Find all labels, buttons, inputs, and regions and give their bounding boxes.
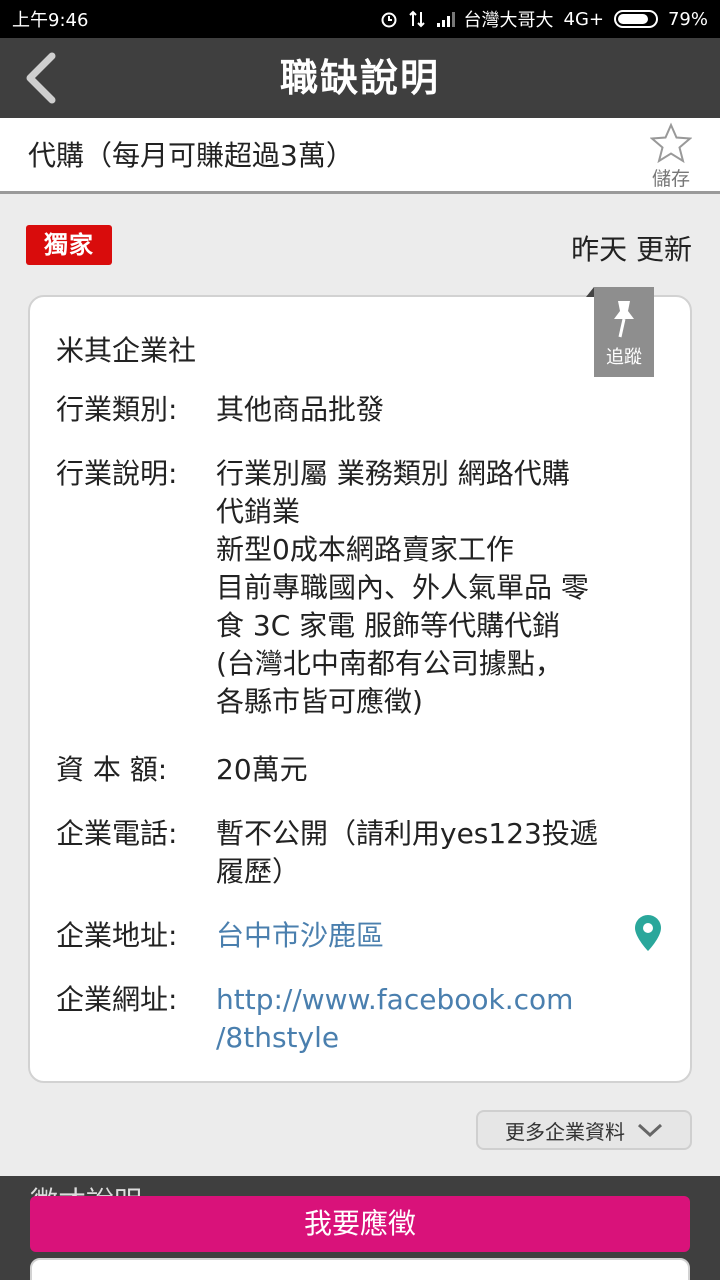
more-company-info-button[interactable]: 更多企業資料	[476, 1110, 692, 1150]
more-button-label: 更多企業資料	[505, 1119, 625, 1144]
field-label: 企業電話:	[56, 817, 178, 850]
field-value: 其他商品批發	[216, 393, 385, 426]
back-button[interactable]	[16, 50, 72, 106]
data-transfer-icon	[408, 10, 426, 28]
track-button[interactable]: 追蹤	[586, 287, 654, 377]
description-line: (台灣北中南都有公司據點，	[216, 647, 563, 680]
field-industry: 行業類別: 其他商品批發	[56, 391, 656, 429]
website-link[interactable]: http://www.facebook.com /8thstyle	[216, 981, 656, 1057]
carrier-name: 台灣大哥大	[463, 10, 554, 31]
phone-line: 履歷）	[216, 855, 301, 888]
description-line: 新型0成本網路賣家工作	[216, 533, 514, 566]
app-header: 職缺說明	[0, 38, 720, 118]
pin-icon	[614, 301, 634, 338]
field-label: 行業說明:	[56, 457, 178, 490]
description-line: 食 3C 家電 服飾等代購代銷	[216, 609, 561, 642]
field-value: 暫不公開（請利用yes123投遞 履歷）	[216, 815, 656, 891]
network-type: 4G+	[563, 8, 604, 30]
field-label: 資 本 額:	[56, 753, 168, 786]
apply-button[interactable]: 我要應徵	[30, 1196, 690, 1252]
address-link[interactable]: 台中市沙鹿區	[216, 917, 656, 955]
battery-icon	[613, 10, 658, 28]
alarm-icon	[380, 10, 398, 28]
field-value: 行業別屬 業務類別 網路代購 代銷業 新型0成本網路賣家工作 目前專職國內、外人…	[216, 455, 656, 721]
ribbon-fold	[586, 287, 594, 297]
description-line: 代銷業	[216, 495, 301, 528]
field-description: 行業說明: 行業別屬 業務類別 網路代購 代銷業 新型0成本網路賣家工作 目前專…	[56, 455, 656, 721]
field-label: 企業網址:	[56, 983, 178, 1016]
phone-line: 暫不公開（請利用yes123投遞	[216, 817, 598, 850]
battery-percent: 79%	[667, 8, 708, 30]
field-phone: 企業電話: 暫不公開（請利用yes123投遞 履歷）	[56, 815, 656, 891]
company-name: 米其企業社	[56, 334, 197, 367]
save-label: 儲存	[651, 168, 690, 190]
track-label: 追蹤	[606, 347, 642, 368]
status-bar: 上午9:46 台灣大哥大 4G+ 79%	[0, 0, 720, 38]
status-time: 上午9:46	[12, 10, 89, 31]
save-button[interactable]: 儲存	[646, 122, 696, 191]
description-line: 目前專職國內、外人氣單品 零	[216, 571, 589, 604]
status-right: 台灣大哥大 4G+ 79%	[380, 6, 708, 32]
field-label: 行業類別:	[56, 393, 178, 426]
job-title-row: 代購（每月可賺超過3萬） 儲存	[0, 118, 720, 194]
website-line: http://www.facebook.com	[216, 983, 574, 1016]
chevron-down-icon	[637, 1123, 663, 1138]
description-line: 各縣市皆可應徵)	[216, 685, 423, 718]
field-label: 企業地址:	[56, 919, 178, 952]
page-title: 職缺說明	[279, 56, 440, 100]
next-card-peek	[30, 1258, 690, 1280]
field-address: 企業地址: 台中市沙鹿區	[56, 917, 656, 955]
field-website: 企業網址: http://www.facebook.com /8thstyle	[56, 981, 656, 1057]
star-outline-icon	[650, 122, 692, 164]
job-title: 代購（每月可賺超過3萬）	[28, 139, 354, 172]
company-card: 米其企業社 追蹤 行業類別: 其他商品批發 行業說明: 行業別屬 業務類別 網路…	[28, 287, 692, 1083]
field-value: 20萬元	[216, 753, 308, 786]
chevron-left-icon	[26, 52, 56, 104]
field-capital: 資 本 額: 20萬元	[56, 751, 656, 789]
updated-time: 昨天 更新	[571, 233, 692, 266]
signal-icon	[436, 10, 455, 28]
description-line: 行業別屬 業務類別 網路代購	[216, 457, 570, 490]
website-line: /8thstyle	[216, 1021, 340, 1054]
exclusive-badge: 獨家	[26, 225, 112, 265]
location-pin-icon[interactable]	[632, 913, 664, 953]
